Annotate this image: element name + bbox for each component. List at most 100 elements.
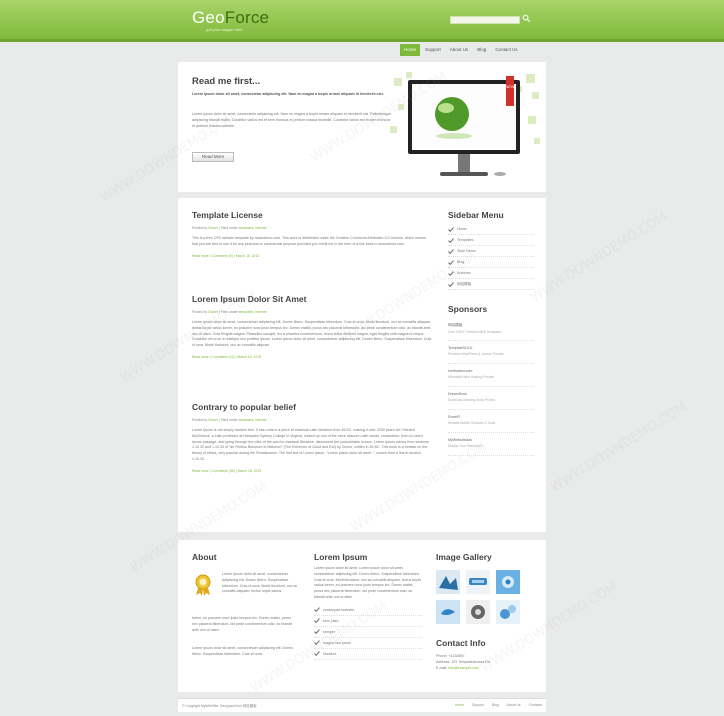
check-icon <box>314 640 320 646</box>
footer-link-about-us[interactable]: About Us <box>507 703 521 707</box>
article-body: This is a free CSS website template by d… <box>192 236 426 246</box>
lorem-list-item[interactable]: consequat molestie <box>314 605 422 616</box>
nav-home[interactable]: Home <box>400 44 421 56</box>
sponsors-title: Sponsors <box>448 304 488 314</box>
article-title[interactable]: Template License <box>192 210 432 220</box>
sidebar-item-label: Templates <box>457 238 474 242</box>
gallery-thumb-4[interactable] <box>436 600 460 624</box>
lorem-column: Lorem Ipsum Lorem ipsum dolor sit amet. … <box>314 552 422 660</box>
sponsor-item[interactable]: MyWebsiteAds Display Your Stock Here <box>448 433 534 456</box>
email-label: E-mail: <box>436 665 449 670</box>
gallery-thumb-2[interactable] <box>466 570 490 594</box>
sponsor-desc: Website Builder Software & Tools <box>448 421 496 425</box>
about-title: About <box>192 552 217 562</box>
about-p3: Lorem ipsum dolor sit amet, consectetuer… <box>192 646 293 656</box>
read-more-button[interactable]: Read More <box>192 152 234 162</box>
footer-link-support[interactable]: Support <box>472 703 484 707</box>
gallery-title: Image Gallery <box>436 552 492 562</box>
check-icon <box>448 281 454 287</box>
lorem-list-item[interactable]: magna sed purus <box>314 638 422 649</box>
sidebar-item-templates[interactable]: Templates <box>448 235 534 246</box>
check-icon <box>448 226 454 232</box>
article-footer-links[interactable]: Read more | Comments (50) | March 16, 20… <box>192 469 432 473</box>
sidebar-item-label: Style Demo <box>457 249 476 253</box>
check-icon <box>314 607 320 613</box>
gallery-column: Image Gallery Contact Info Phone: +12345… <box>436 552 536 670</box>
footer-link-blog[interactable]: Blog <box>492 703 499 707</box>
lorem-list-label: sem justo <box>323 618 339 623</box>
footer-link-contacts[interactable]: Contacts <box>529 703 542 707</box>
article-footer-links[interactable]: Read more | Comments (0) | March 16, 201… <box>192 254 432 258</box>
author-link[interactable]: Owner <box>208 418 218 422</box>
sponsor-item[interactable]: DreamDock Download Amazing Stock Photos <box>448 387 534 410</box>
tags-link[interactable]: templates, internet <box>239 418 267 422</box>
sidebar-item-home[interactable]: Home <box>448 224 534 235</box>
sidebar-item-templates-cn[interactable]: 网站模板 <box>448 279 534 290</box>
article-footer-links[interactable]: Read more | Comments (11) | March 16, 20… <box>192 355 432 359</box>
search-icon[interactable] <box>522 14 531 23</box>
sidebar-item-archives[interactable]: Archives <box>448 268 534 279</box>
article-meta: Posted by Owner | Filed under templates,… <box>192 226 432 230</box>
intro-lead: Lorem ipsum dolor sit amet, consectetur … <box>192 92 384 96</box>
footer-nav: Home Support Blog About Us Contacts <box>455 703 542 707</box>
lorem-list-item[interactable]: tincidunt <box>314 649 422 660</box>
sponsor-name: MyWebsiteAds <box>448 438 472 442</box>
article-meta: Posted by Owner | Filed under templates,… <box>192 310 432 314</box>
sidebar-item-label: Archives <box>457 271 471 275</box>
sponsor-name: EvrenR <box>448 415 460 419</box>
sidebar-item-label: 网站模板 <box>457 281 472 286</box>
article-body: Lorem Ipsum is not simply random text. I… <box>192 428 429 461</box>
sponsor-name: DreamDock <box>448 392 467 396</box>
sponsor-item[interactable]: EvrenR Website Builder Software & Tools <box>448 410 534 433</box>
nav-support[interactable]: Support <box>421 44 445 56</box>
watermark: WWW.DOWNDEMO.COM <box>548 399 690 496</box>
article-title[interactable]: Lorem Ipsum Dolor Sit Amet <box>192 294 432 304</box>
meta-prefix: Posted by <box>192 310 209 314</box>
lorem-list-label: semper <box>323 629 335 634</box>
copyright-text: © Copyright MyWebSite. Designed from 网站模… <box>182 704 257 708</box>
sidebar-item-label: Blog <box>457 260 465 264</box>
footer-link-home[interactable]: Home <box>455 703 464 707</box>
meta-mid: | Filed under <box>218 226 239 230</box>
search-input[interactable] <box>450 16 520 24</box>
nav-contact-us[interactable]: Contact Us <box>491 44 521 56</box>
gallery-thumb-1[interactable] <box>436 570 460 594</box>
sponsor-item[interactable]: 网站模板 Over 1000+ Premium Web Templates <box>448 318 534 341</box>
nav-blog[interactable]: Blog <box>473 44 490 56</box>
gallery-thumb-5[interactable] <box>466 600 490 624</box>
article-title[interactable]: Contrary to popular belief <box>192 402 432 412</box>
gallery-thumb-6[interactable] <box>496 600 520 624</box>
sponsor-desc: Download Amazing Stock Photos <box>448 398 495 402</box>
lorem-list: consequat molestie sem justo semper magn… <box>314 605 422 660</box>
lorem-list-item[interactable]: semper <box>314 627 422 638</box>
tags-link[interactable]: templates, internet <box>239 310 267 314</box>
main-nav: Home Support About Us Blog Contact Us <box>400 44 522 56</box>
lorem-list-label: tincidunt <box>323 651 337 656</box>
lorem-body: Lorem ipsum dolor sit amet. Lorem ipsum … <box>314 566 422 599</box>
site-logo[interactable]: GeoForce <box>192 8 269 28</box>
author-link[interactable]: Owner <box>208 310 218 314</box>
sidebar-item-style-demo[interactable]: Style Demo <box>448 246 534 257</box>
sponsor-item[interactable]: Icethosted.com Affordable Web Hosting Pro… <box>448 364 534 387</box>
hero-monitor-image: NEW <box>390 72 540 176</box>
content-panel: Template License Posted by Owner | Filed… <box>178 198 546 532</box>
nav-about-us[interactable]: About Us <box>446 44 473 56</box>
article-contrary: Contrary to popular belief Posted by Own… <box>192 402 432 473</box>
lorem-title: Lorem Ipsum <box>314 552 368 562</box>
check-icon <box>314 629 320 635</box>
sidebar-item-blog[interactable]: Blog <box>448 257 534 268</box>
award-icon <box>195 574 211 596</box>
author-link[interactable]: Owner <box>208 226 218 230</box>
check-icon <box>448 248 454 254</box>
tags-link[interactable]: templates, internet <box>239 226 267 230</box>
article-lorem-ipsum: Lorem Ipsum Dolor Sit Amet Posted by Own… <box>192 294 432 359</box>
email-link[interactable]: info@example.com <box>448 666 479 670</box>
meta-mid: | Filed under <box>218 418 239 422</box>
gallery-thumb-3[interactable] <box>496 570 520 594</box>
logo-part-geo: Geo <box>192 8 225 27</box>
sponsor-desc: Display Your Stock Here <box>448 444 483 448</box>
check-icon <box>448 237 454 243</box>
sponsor-item[interactable]: TemplateSOLD Premium WordPress & Joomla T… <box>448 341 534 364</box>
contact-email: E-mail: info@example.com <box>436 666 536 672</box>
lorem-list-item[interactable]: sem justo <box>314 616 422 627</box>
